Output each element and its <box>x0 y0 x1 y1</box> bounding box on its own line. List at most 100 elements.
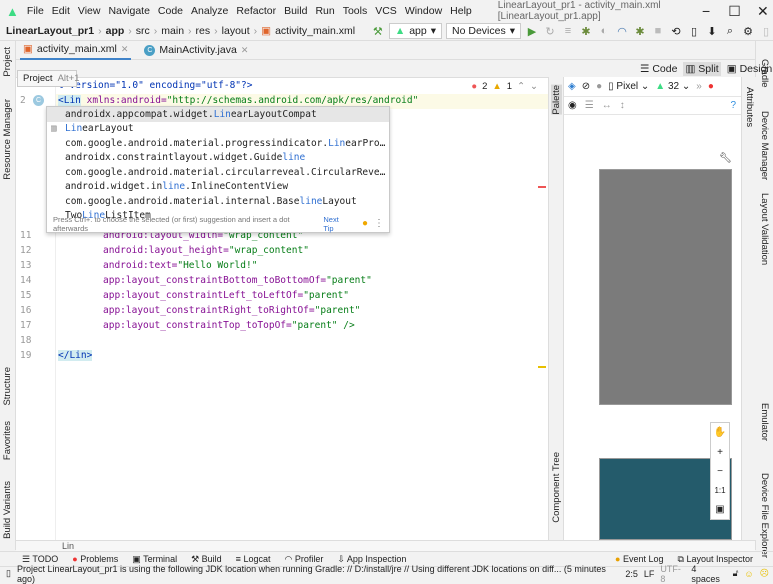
apply-code-icon[interactable]: ≡ <box>561 25 575 37</box>
profile-icon[interactable]: ◠ <box>615 25 629 38</box>
close-tab-icon[interactable]: ✕ <box>121 44 129 55</box>
breadcrumb-main[interactable]: main <box>161 25 184 37</box>
tool-project[interactable]: Project <box>2 47 13 77</box>
tag-breadcrumb[interactable]: Lin <box>62 541 74 551</box>
tab-activity-main-xml[interactable]: ▣ activity_main.xml ✕ <box>20 41 132 60</box>
menu-code[interactable]: Code <box>158 5 183 17</box>
menu-help[interactable]: Help <box>450 5 472 17</box>
file-encoding[interactable]: UTF-8 <box>660 564 685 584</box>
blueprint-icon[interactable]: ☰ <box>585 100 594 111</box>
overflow-icon[interactable]: » <box>696 81 702 92</box>
breadcrumb-layout[interactable]: layout <box>222 25 250 37</box>
tool-favorites[interactable]: Favorites <box>2 421 13 460</box>
search-icon[interactable]: ⌕ <box>723 25 737 38</box>
menu-refactor[interactable]: Refactor <box>236 5 276 17</box>
menu-file[interactable]: File <box>27 5 44 17</box>
stop-icon[interactable]: ■ <box>651 25 665 37</box>
more-options-icon[interactable]: ⋮ <box>374 218 389 229</box>
warning-stripe-marker[interactable] <box>538 366 546 368</box>
tool-build-variants[interactable]: Build Variants <box>2 481 13 539</box>
view-mode-code[interactable]: ☰ Code <box>640 63 677 75</box>
close-tab-icon[interactable]: ✕ <box>241 45 249 56</box>
gear-icon[interactable]: ⚙ <box>741 25 755 38</box>
menu-tools[interactable]: Tools <box>343 5 368 17</box>
completion-item[interactable]: androidx.appcompat.widget. Lin earLayoutCo… <box>47 107 389 122</box>
completion-item[interactable]: com.google.android.material.internal.Bas… <box>47 194 389 209</box>
orientation-icon[interactable]: ⊘ <box>582 81 590 92</box>
completion-item[interactable]: com.google.android.material.circularreve… <box>47 165 389 180</box>
breadcrumb-project[interactable]: LinearLayout_pr1 <box>6 25 94 37</box>
status-toggle-icon[interactable]: ▯ <box>6 568 11 579</box>
vertical-resize-icon[interactable]: ↕ <box>620 100 625 111</box>
breadcrumb-res[interactable]: res <box>196 25 211 37</box>
device-manager-icon[interactable]: ▯ <box>687 25 701 38</box>
pan-icon[interactable]: ✋ <box>714 427 726 438</box>
debug-icon[interactable]: ✱ <box>579 25 593 38</box>
zoom-out-icon[interactable]: − <box>717 466 723 477</box>
inspection-widget[interactable]: ● 2 ▲ 1 ⌃ ⌄ <box>471 81 538 92</box>
tool-palette[interactable]: Palette <box>551 85 562 115</box>
menu-analyze[interactable]: Analyze <box>191 5 228 17</box>
next-tip-link[interactable]: Next Tip <box>323 215 350 233</box>
device-select[interactable]: ▯ Pixel ⌄ <box>608 81 649 92</box>
line-separator[interactable]: LF <box>644 569 655 579</box>
coverage-icon[interactable]: ◐ <box>597 25 611 37</box>
breadcrumb-file[interactable]: activity_main.xml <box>275 25 355 37</box>
tool-resource-manager[interactable]: Resource Manager <box>2 99 13 180</box>
tool-logcat[interactable]: ≡ Logcat <box>236 554 271 564</box>
completion-item[interactable]: ▥ Lin earLayout <box>47 122 389 137</box>
device-select[interactable]: No Devices ▾ <box>446 23 521 39</box>
run-icon[interactable]: ▶ <box>525 25 539 38</box>
tool-layout-validation[interactable]: Layout Validation <box>759 193 770 265</box>
wrench-icon[interactable]: 🔧︎ <box>719 153 732 164</box>
zoom-in-icon[interactable]: + <box>717 447 723 458</box>
menu-run[interactable]: Run <box>315 5 334 17</box>
tool-structure[interactable]: Structure <box>2 367 13 406</box>
zoom-fit-icon[interactable]: ▣ <box>715 504 724 515</box>
menu-window[interactable]: Window <box>405 5 442 17</box>
menu-navigate[interactable]: Navigate <box>108 5 149 17</box>
night-mode-icon[interactable]: ● <box>596 81 602 92</box>
menu-edit[interactable]: Edit <box>52 5 70 17</box>
completion-item[interactable]: android.widget.in line .InlineContentView <box>47 180 389 195</box>
minimize-icon[interactable]: − <box>696 3 716 19</box>
zoom-actual-size-button[interactable]: 1:1 <box>714 486 725 495</box>
prev-highlight-icon[interactable]: ⌃ <box>517 81 525 92</box>
sync-gradle-icon[interactable]: ⟲ <box>669 25 683 38</box>
design-surface-icon[interactable]: ◈ <box>568 81 576 92</box>
tool-attributes[interactable]: Attributes <box>744 87 755 127</box>
tool-problems[interactable]: ● Problems <box>72 554 118 564</box>
view-options-icon[interactable]: ◉ <box>568 100 577 111</box>
horizontal-resize-icon[interactable]: ↔ <box>602 100 612 111</box>
help-icon[interactable]: ? <box>730 100 741 111</box>
apply-changes-icon[interactable]: ↻ <box>543 25 557 38</box>
api-select[interactable]: ▲ 32 ⌄ <box>655 81 690 92</box>
next-highlight-icon[interactable]: ⌄ <box>530 81 538 92</box>
tool-event-log[interactable]: ● Event Log <box>615 554 663 564</box>
issues-icon[interactable]: ● <box>708 81 714 92</box>
sdk-manager-icon[interactable]: ⬇ <box>705 25 719 38</box>
tool-device-manager[interactable]: Device Manager <box>759 111 770 180</box>
tool-emulator[interactable]: Emulator <box>759 403 770 441</box>
completion-item[interactable]: androidx.constraintlayout.widget.Guide li… <box>47 151 389 166</box>
view-mode-design[interactable]: ▣ Design <box>727 63 773 75</box>
tab-mainactivity-java[interactable]: C MainActivity.java ✕ <box>141 41 251 60</box>
breadcrumb-src[interactable]: src <box>136 25 150 37</box>
status-message[interactable]: Project LinearLayout_pr1 is using the fo… <box>17 564 613 584</box>
menu-view[interactable]: View <box>78 5 101 17</box>
avatar[interactable]: ▯ <box>759 25 773 38</box>
completion-item[interactable]: com.google.android.material.progressindi… <box>47 136 389 151</box>
maximize-icon[interactable]: ☐ <box>724 3 744 20</box>
close-icon[interactable]: ✕ <box>753 3 773 20</box>
view-mode-split[interactable]: ▥ Split <box>683 62 721 76</box>
tool-component-tree[interactable]: Component Tree <box>551 452 562 523</box>
menu-build[interactable]: Build <box>284 5 307 17</box>
layout-preview[interactable] <box>599 169 732 405</box>
breadcrumb-app[interactable]: app <box>106 25 125 37</box>
attach-debugger-icon[interactable]: ✱ <box>633 25 647 38</box>
lock-icon[interactable]: 🔓︎ <box>733 568 739 579</box>
tool-device-file-explorer[interactable]: Device File Explorer <box>759 473 770 558</box>
menu-vcs[interactable]: VCS <box>375 5 397 17</box>
feedback-icon[interactable]: ☺ <box>744 569 753 579</box>
indent-setting[interactable]: 4 spaces <box>691 564 726 584</box>
